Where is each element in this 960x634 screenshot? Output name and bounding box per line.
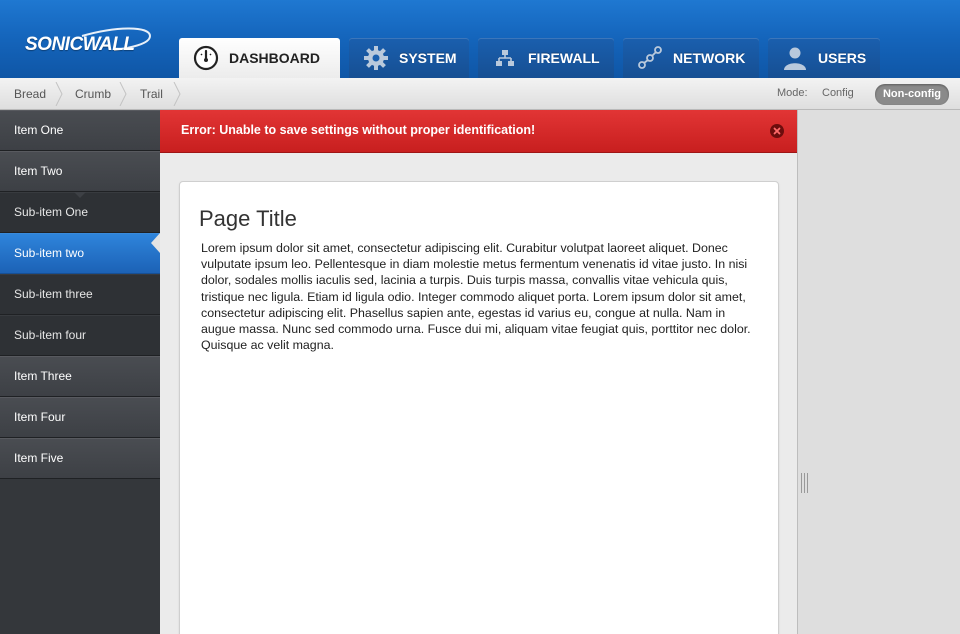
tab-label: NETWORK bbox=[673, 50, 746, 66]
tab-label: USERS bbox=[818, 50, 867, 66]
tab-network[interactable]: NETWORK bbox=[623, 38, 759, 78]
close-icon[interactable] bbox=[770, 124, 784, 138]
body-text: Lorem ipsum dolor sit amet, consectetur … bbox=[201, 241, 751, 353]
sidebar-item-label: Sub-item three bbox=[14, 287, 93, 301]
sidebar-item-label: Item Two bbox=[14, 164, 63, 178]
top-header: SONICWALL DASHBOARD SYSTEM FIREWALL NETW… bbox=[0, 0, 960, 78]
sidebar-item-item-three[interactable]: Item Three bbox=[0, 356, 160, 397]
error-banner: Error: Unable to save settings without p… bbox=[160, 110, 797, 153]
sidebar-item-item-one[interactable]: Item One bbox=[0, 110, 160, 151]
mode-config-option[interactable]: Config bbox=[822, 87, 854, 99]
sidebar-item-label: Item Three bbox=[14, 369, 72, 383]
tab-dashboard[interactable]: DASHBOARD bbox=[179, 38, 340, 78]
page-title: Page Title bbox=[199, 206, 297, 231]
sidebar-item-item-four[interactable]: Item Four bbox=[0, 397, 160, 438]
breadcrumb: Bread Crumb Trail Mode: Config bbox=[0, 78, 960, 110]
mode-label: Mode: bbox=[777, 87, 808, 99]
sidebar-item-label: Item Five bbox=[14, 451, 64, 465]
tab-users[interactable]: USERS bbox=[768, 38, 880, 78]
gear-icon bbox=[363, 45, 389, 71]
tab-label: SYSTEM bbox=[399, 50, 457, 66]
breadcrumb-separator-icon bbox=[173, 82, 181, 106]
sidebar-item-sub-item-four[interactable]: Sub-item four bbox=[0, 315, 160, 356]
firewall-network-icon bbox=[492, 45, 518, 71]
sidebar-nav: Item One Item Two Sub-item One Sub-item … bbox=[0, 110, 160, 634]
tab-label: FIREWALL bbox=[528, 50, 600, 66]
active-item-pointer-icon bbox=[151, 233, 160, 253]
sonicwall-logo[interactable]: SONICWALL bbox=[22, 24, 154, 64]
sidebar-item-item-two[interactable]: Item Two bbox=[0, 151, 160, 192]
sidebar-item-sub-item-one[interactable]: Sub-item One bbox=[0, 192, 160, 233]
tab-system[interactable]: SYSTEM bbox=[349, 38, 469, 78]
resize-grip-handle[interactable] bbox=[801, 473, 808, 493]
error-message: Error: Unable to save settings without p… bbox=[181, 123, 536, 137]
sidebar-item-label: Sub-item two bbox=[14, 246, 85, 260]
right-panel bbox=[797, 110, 960, 634]
sidebar-item-sub-item-three[interactable]: Sub-item three bbox=[0, 274, 160, 315]
sidebar-item-item-five[interactable]: Item Five bbox=[0, 438, 160, 479]
tab-firewall[interactable]: FIREWALL bbox=[478, 38, 614, 78]
breadcrumb-item[interactable]: Crumb bbox=[75, 78, 111, 110]
gauge-icon bbox=[193, 45, 219, 71]
content-card: Page Title Lorem ipsum dolor sit amet, c… bbox=[179, 181, 779, 634]
sidebar-item-sub-item-two[interactable]: Sub-item two bbox=[0, 233, 160, 274]
sidebar-item-label: Item One bbox=[14, 123, 64, 137]
logo-text: SONICWALL bbox=[25, 34, 135, 55]
tab-label: DASHBOARD bbox=[229, 50, 320, 66]
mode-toggle-non-config[interactable]: Non-config bbox=[875, 84, 949, 105]
main-content: Error: Unable to save settings without p… bbox=[160, 110, 797, 634]
breadcrumb-separator-icon bbox=[55, 82, 63, 106]
breadcrumb-item[interactable]: Trail bbox=[140, 78, 163, 110]
submenu-notch-icon bbox=[74, 192, 86, 198]
network-nodes-icon bbox=[637, 45, 663, 71]
user-icon bbox=[782, 45, 808, 71]
sidebar-item-label: Item Four bbox=[14, 410, 66, 424]
sidebar-item-label: Sub-item four bbox=[14, 328, 87, 342]
breadcrumb-item[interactable]: Bread bbox=[14, 78, 46, 110]
sidebar-item-label: Sub-item One bbox=[14, 205, 89, 219]
breadcrumb-separator-icon bbox=[119, 82, 127, 106]
